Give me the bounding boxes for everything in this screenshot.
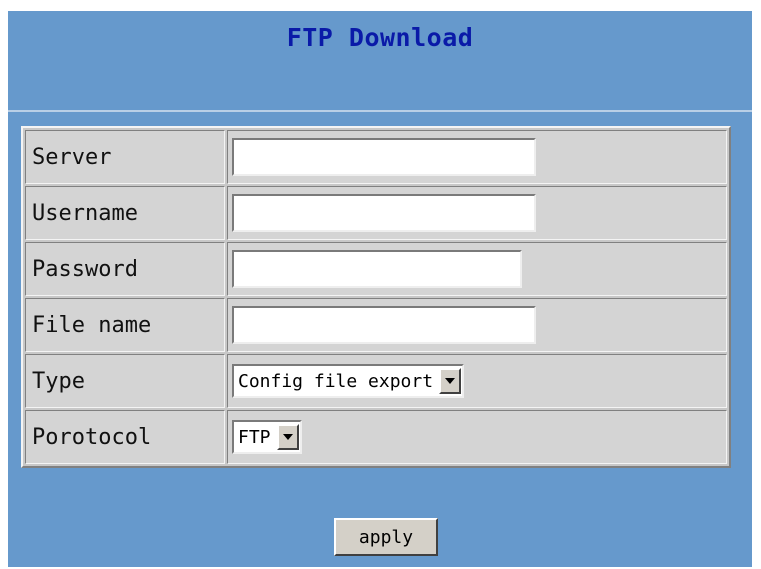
- password-field-cell: [227, 242, 727, 296]
- server-row: Server: [25, 130, 727, 184]
- username-field-cell: [227, 186, 727, 240]
- server-label: Server: [25, 130, 225, 184]
- type-label: Type: [25, 354, 225, 408]
- apply-button[interactable]: apply: [334, 518, 438, 556]
- chevron-down-icon: [445, 378, 456, 384]
- protocol-label: Porotocol: [25, 410, 225, 464]
- chevron-down-icon: [282, 434, 293, 440]
- type-selected-value: Config file export: [238, 370, 434, 392]
- username-label: Username: [25, 186, 225, 240]
- type-select[interactable]: Config file export: [232, 364, 465, 398]
- title-bar: FTP Download: [8, 11, 752, 112]
- type-dropdown-button[interactable]: [439, 368, 462, 394]
- password-input[interactable]: [232, 250, 522, 288]
- password-label: Password: [25, 242, 225, 296]
- type-field-cell: Config file export: [227, 354, 727, 408]
- username-input[interactable]: [232, 194, 536, 232]
- server-input[interactable]: [232, 138, 536, 176]
- protocol-row: Porotocol FTP: [25, 410, 727, 464]
- file-name-label: File name: [25, 298, 225, 352]
- file-name-row: File name: [25, 298, 727, 352]
- file-name-field-cell: [227, 298, 727, 352]
- file-name-input[interactable]: [232, 306, 536, 344]
- username-row: Username: [25, 186, 727, 240]
- protocol-select[interactable]: FTP: [232, 420, 302, 454]
- protocol-field-cell: FTP: [227, 410, 727, 464]
- password-row: Password: [25, 242, 727, 296]
- protocol-selected-value: FTP: [238, 426, 271, 448]
- ftp-settings-form: Server Username Password File name Type …: [21, 126, 731, 468]
- page-title: FTP Download: [286, 23, 474, 52]
- protocol-dropdown-button[interactable]: [276, 424, 299, 450]
- type-row: Type Config file export: [25, 354, 727, 408]
- server-field-cell: [227, 130, 727, 184]
